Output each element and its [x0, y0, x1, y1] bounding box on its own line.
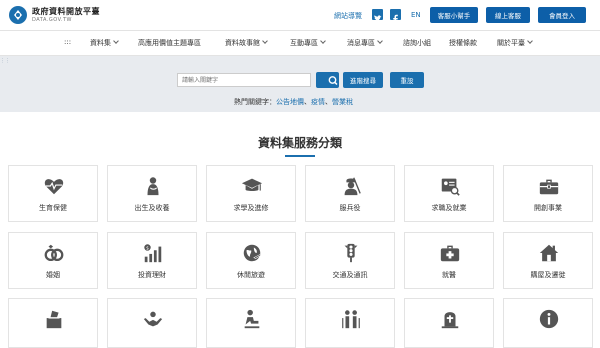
hot-keywords-label: 熱門關鍵字： — [234, 98, 276, 106]
soldier-icon — [344, 177, 361, 196]
logo-title: 政府資料開放平臺 — [32, 6, 100, 16]
tombstone-icon — [441, 312, 459, 329]
hot-keywords: 熱門關鍵字：公告地價、疫情、營業稅 — [234, 98, 353, 106]
retirement-icon — [244, 309, 260, 329]
nav-item-news[interactable]: 消息專區 — [347, 38, 383, 48]
nav-item-data-stories[interactable]: 資料故事館 — [225, 38, 268, 48]
chevron-down-icon — [262, 38, 268, 44]
hot-keyword-link[interactable]: 疫情 — [311, 98, 325, 106]
category-label: 婚姻 — [46, 271, 60, 279]
category-label: 服兵役 — [339, 204, 361, 212]
resume-search-icon — [441, 178, 460, 196]
category-label: 購屋及遷徙 — [530, 271, 566, 279]
chevron-down-icon — [320, 38, 326, 44]
rings-icon — [44, 244, 64, 262]
category-card-birth[interactable]: 出生及收養 — [107, 165, 197, 222]
reset-button[interactable]: 重設 — [390, 72, 424, 88]
site-logo[interactable]: 政府資料開放平臺 DATA.GOV.TW — [8, 5, 100, 25]
category-card-medical[interactable]: 就醫 — [404, 232, 494, 289]
title-underline — [285, 155, 315, 157]
category-card-jobs[interactable]: 求職及就業 — [404, 165, 494, 222]
search-button[interactable] — [316, 72, 339, 88]
nav-accesskey[interactable]: ::: — [64, 38, 71, 46]
category-card-elderly[interactable] — [305, 298, 395, 348]
medical-kit-icon — [440, 245, 460, 262]
category-card-housing[interactable]: 購屋及遷徙 — [503, 232, 593, 289]
category-card-investment[interactable]: $ 投資理財 — [107, 232, 197, 289]
investment-chart-icon: $ — [144, 244, 162, 263]
nav-item-interactive[interactable]: 互動專區 — [290, 38, 326, 48]
category-label: 求職及就業 — [431, 204, 467, 212]
chevron-down-icon — [377, 38, 383, 44]
category-card-military[interactable]: 服兵役 — [305, 165, 395, 222]
member-login-button[interactable]: 會員登入 — [538, 7, 586, 23]
category-label: 開創事業 — [534, 204, 562, 212]
site-header: 政府資料開放平臺 DATA.GOV.TW 網站導覽 EN 客服小幫手 線上客服 … — [0, 0, 600, 30]
category-label: 交通及通訊 — [332, 271, 368, 279]
category-label: 求學及進修 — [233, 204, 269, 212]
twitter-icon[interactable] — [372, 9, 383, 22]
category-card-education[interactable]: 求學及進修 — [206, 165, 296, 222]
category-card-marriage[interactable]: 婚姻 — [8, 232, 98, 289]
hot-keyword-link[interactable]: 營業稅 — [332, 98, 353, 106]
category-card-other[interactable] — [503, 298, 593, 348]
side-accesskey-icon[interactable]: ⋮⋮ — [0, 58, 10, 64]
info-icon — [539, 309, 559, 329]
globe-plane-icon — [243, 244, 262, 262]
nav-item-advisory[interactable]: 諮詢小組 — [403, 38, 431, 48]
graduation-cap-icon — [241, 178, 263, 192]
search-input[interactable] — [177, 73, 311, 87]
category-card-funeral[interactable] — [404, 298, 494, 348]
language-switch[interactable]: EN — [411, 11, 421, 19]
facebook-icon[interactable] — [390, 9, 401, 24]
logo-subtitle: DATA.GOV.TW — [32, 16, 72, 23]
baby-icon — [147, 177, 159, 196]
chevron-down-icon — [113, 38, 119, 44]
ballot-box-icon — [46, 310, 62, 329]
house-icon — [539, 244, 559, 262]
category-card-transport[interactable]: 交通及通訊 — [305, 232, 395, 289]
section-title: 資料集服務分類 — [257, 136, 342, 150]
hands-care-icon — [143, 311, 163, 327]
chevron-down-icon — [527, 38, 533, 44]
category-label: 出生及收養 — [134, 204, 170, 212]
category-card-maternity[interactable]: 生育保健 — [8, 165, 98, 222]
nav-item-about[interactable]: 關於平臺 — [497, 38, 533, 48]
help-assistant-button[interactable]: 客服小幫手 — [430, 7, 478, 23]
heart-pulse-icon — [44, 179, 64, 195]
svg-text:$: $ — [146, 245, 149, 251]
category-card-welfare[interactable] — [107, 298, 197, 348]
advanced-search-button[interactable]: 進階搜尋 — [343, 72, 383, 88]
main-nav: ::: 資料集 高應用價值主題專區 資料故事館 互動專區 消息專區 諮詢小組 授… — [0, 30, 600, 56]
nav-item-license[interactable]: 授權條款 — [449, 38, 477, 48]
category-label: 休閒旅遊 — [237, 271, 265, 279]
category-label: 就醫 — [442, 271, 456, 279]
sitemap-link[interactable]: 網站導覽 — [334, 11, 362, 21]
category-label: 生育保健 — [39, 204, 67, 212]
category-card-election[interactable] — [8, 298, 98, 348]
category-card-business[interactable]: 開創事業 — [503, 165, 593, 222]
nav-item-high-value[interactable]: 高應用價值主題專區 — [138, 38, 201, 48]
category-card-leisure[interactable]: 休閒旅遊 — [206, 232, 296, 289]
logo-mark-icon — [8, 5, 28, 25]
nav-item-datasets[interactable]: 資料集 — [90, 38, 119, 48]
search-icon — [328, 76, 338, 86]
hot-keyword-link[interactable]: 公告地價 — [276, 98, 304, 106]
category-label: 投資理財 — [138, 271, 166, 279]
category-card-retirement[interactable] — [206, 298, 296, 348]
elderly-couple-icon — [342, 310, 360, 329]
traffic-light-icon — [344, 243, 358, 263]
online-service-button[interactable]: 線上客服 — [486, 7, 530, 23]
briefcase-icon — [539, 179, 559, 195]
